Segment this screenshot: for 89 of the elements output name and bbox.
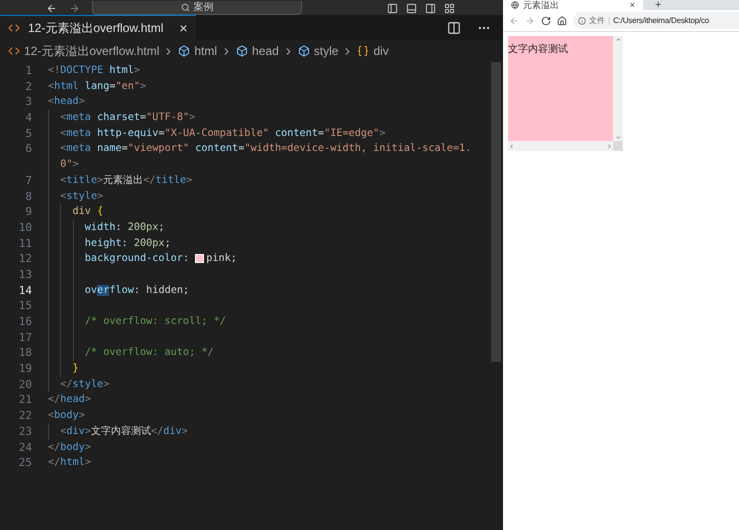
line-number: 3 bbox=[24, 94, 32, 110]
line-number: 18 bbox=[18, 345, 32, 362]
code-line: </body> bbox=[48, 440, 91, 454]
line-number: 21 bbox=[18, 392, 32, 408]
line-number: 10 bbox=[18, 220, 32, 236]
code-line: </head> bbox=[48, 393, 91, 408]
line-number: 8 bbox=[24, 188, 32, 204]
code-file-icon bbox=[8, 45, 20, 57]
line-number: 13 bbox=[18, 266, 32, 283]
code-line: /* overflow: auto; */ bbox=[84, 346, 214, 360]
braces-icon bbox=[357, 45, 370, 57]
close-button[interactable]: × bbox=[179, 18, 188, 38]
info-icon bbox=[578, 16, 586, 24]
layout-icon[interactable] bbox=[406, 3, 417, 14]
code-line: <body> bbox=[48, 409, 85, 424]
reload-icon[interactable] bbox=[541, 16, 551, 26]
breadcrumb-item[interactable]: html bbox=[194, 42, 218, 60]
cube-icon bbox=[298, 45, 310, 57]
line-number: 5 bbox=[24, 126, 32, 142]
forward-icon[interactable] bbox=[69, 3, 80, 14]
code-line: /* overflow: scroll; */ bbox=[84, 315, 226, 329]
tab-label: 12-元素溢出overflow.html bbox=[28, 20, 164, 37]
line-number: 12 bbox=[18, 251, 32, 267]
back-icon[interactable] bbox=[46, 3, 57, 14]
line-number: 1 bbox=[24, 63, 32, 79]
line-number: 19 bbox=[18, 361, 32, 377]
scrollbar-corner bbox=[613, 141, 623, 151]
code-line: </html> bbox=[48, 456, 91, 470]
line-number: 7 bbox=[24, 172, 32, 189]
line-number: 16 bbox=[18, 314, 32, 330]
scrollbar[interactable] bbox=[491, 62, 501, 362]
split-editor-icon[interactable] bbox=[447, 20, 461, 34]
code-line: overflow: hidden; bbox=[84, 284, 190, 298]
line-number: 17 bbox=[18, 330, 32, 346]
code-line: </style> bbox=[59, 378, 110, 392]
line-number: 9 bbox=[24, 204, 32, 220]
layout-icon[interactable] bbox=[387, 3, 398, 14]
browser-tab[interactable]: 元素溢出 × bbox=[503, 0, 643, 10]
breadcrumb-item[interactable]: style bbox=[314, 42, 338, 60]
code-line: <style> bbox=[59, 190, 104, 204]
code-line: background-color: pink; bbox=[84, 252, 237, 266]
home-icon[interactable] bbox=[557, 16, 567, 26]
address-bar[interactable]: 文件 | C:/Users/itheima/Desktop/co bbox=[573, 12, 739, 29]
breadcrumb-item[interactable]: head bbox=[252, 42, 279, 60]
line-number: 2 bbox=[24, 78, 32, 94]
line-number: 4 bbox=[24, 110, 32, 126]
scroll-down-icon[interactable] bbox=[614, 134, 622, 141]
scroll-right-icon[interactable] bbox=[606, 142, 613, 150]
code-line: <!DOCTYPE html> bbox=[48, 64, 140, 78]
horizontal-scrollbar[interactable] bbox=[508, 141, 613, 151]
line-number: 14 bbox=[18, 282, 32, 298]
search-field[interactable]: 案例 bbox=[92, 1, 302, 15]
scroll-left-icon[interactable] bbox=[508, 142, 515, 150]
new-tab-button[interactable]: + bbox=[655, 0, 662, 10]
code-line: <html lang="en"> bbox=[48, 80, 146, 94]
search-icon bbox=[180, 3, 190, 12]
breadcrumb-item[interactable]: div bbox=[373, 42, 389, 60]
code-line: <meta charset="UTF-8"> bbox=[59, 111, 196, 126]
line-number: 23 bbox=[18, 424, 32, 440]
line-number: 20 bbox=[18, 376, 32, 392]
line-number: 15 bbox=[18, 298, 32, 314]
cube-icon bbox=[178, 45, 190, 57]
layout-icon[interactable] bbox=[425, 3, 436, 14]
code-line: <div>文字内容测试</div> bbox=[59, 424, 188, 439]
code-line: <title>元素溢出</title> bbox=[59, 174, 192, 188]
code-line: } bbox=[72, 362, 79, 376]
code-line: 0"> bbox=[59, 158, 79, 172]
code-line: <meta name="viewport" content="width=device-width, initial-scale=1. bbox=[59, 142, 472, 156]
code-line: width: 200px; bbox=[84, 220, 165, 235]
code-file-icon bbox=[8, 22, 20, 34]
forward-icon[interactable] bbox=[525, 16, 535, 26]
line-number: 11 bbox=[18, 236, 32, 252]
vertical-scrollbar[interactable] bbox=[613, 36, 623, 141]
editor-tab[interactable]: 12-元素溢出overflow.html × bbox=[0, 15, 196, 40]
globe-icon bbox=[511, 1, 519, 9]
code-line: <head> bbox=[48, 95, 85, 110]
code-line: div { bbox=[72, 205, 104, 220]
layout-icon[interactable] bbox=[444, 3, 455, 14]
line-number: 25 bbox=[18, 455, 32, 471]
line-number: 6 bbox=[24, 141, 32, 158]
cube-icon bbox=[236, 45, 248, 57]
breadcrumb-item[interactable]: 12-元素溢出overflow.html bbox=[24, 42, 160, 60]
line-number: 24 bbox=[18, 440, 32, 456]
scroll-up-icon[interactable] bbox=[614, 36, 622, 43]
box-text: 文字内容测试 bbox=[508, 44, 568, 55]
code-line: height: 200px; bbox=[84, 236, 171, 251]
line-number: 22 bbox=[18, 408, 32, 424]
close-button[interactable]: × bbox=[630, 0, 635, 10]
code-line: <meta http-equiv="X-UA-Compatible" content="IE=edge"> bbox=[59, 126, 386, 141]
